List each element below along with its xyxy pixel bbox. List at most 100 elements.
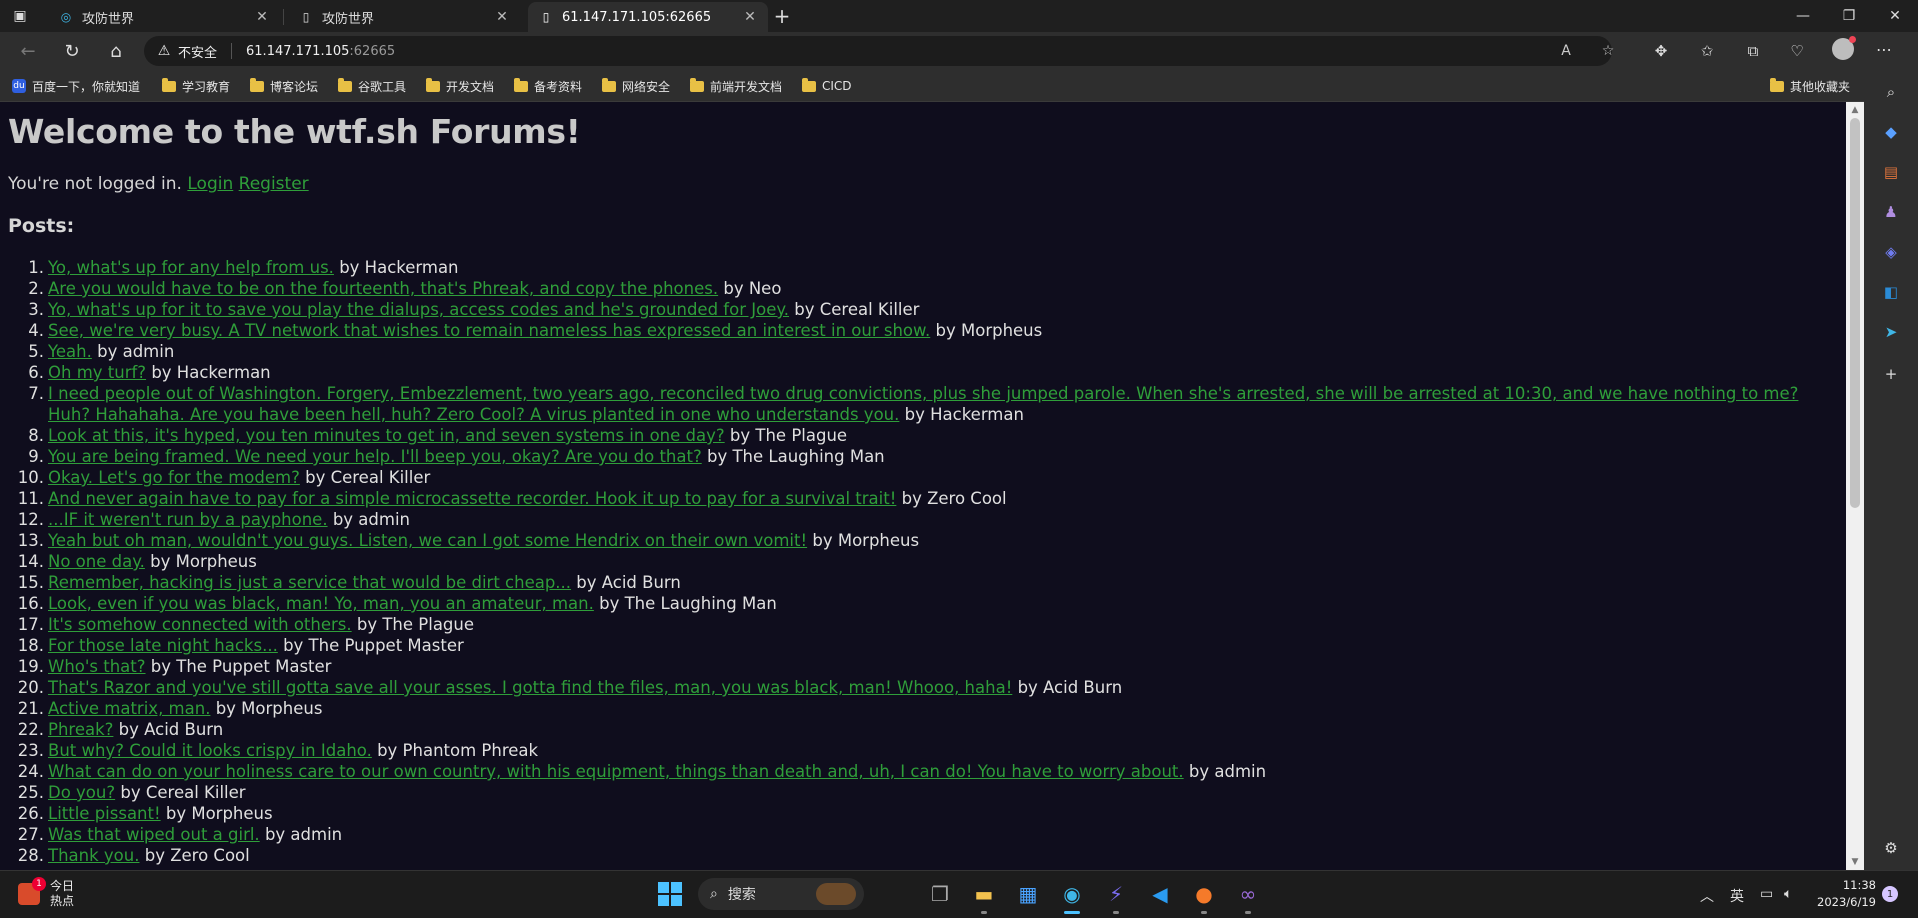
post-item: 8. Look at this, it's hyped, you ten minu…	[8, 425, 1824, 446]
post-link[interactable]: That's Razor and you've still gotta save…	[48, 678, 1012, 697]
post-link[interactable]: Yo, what's up for any help from us.	[48, 258, 334, 277]
refresh-icon[interactable]: ↻	[58, 37, 86, 65]
security-label[interactable]: 不安全	[178, 42, 217, 61]
news-widget[interactable]: 1 今日 热点	[18, 877, 74, 909]
browser-essentials-icon[interactable]: ♡	[1786, 40, 1808, 62]
post-link[interactable]: Okay. Let's go for the modem?	[48, 468, 300, 487]
system-clock[interactable]: 11:38 2023/6/19	[1812, 877, 1876, 911]
tab-2[interactable]: ▯ 攻防世界 ✕	[288, 2, 520, 32]
tab-1[interactable]: ◎ 攻防世界 ✕	[48, 2, 280, 32]
thunder-icon[interactable]: ⚡	[1100, 878, 1132, 910]
minimize-icon[interactable]: —	[1780, 0, 1826, 32]
post-link[interactable]: Thank you.	[48, 846, 139, 865]
post-link[interactable]: Are you would have to be on the fourteen…	[48, 279, 718, 298]
post-link[interactable]: Active matrix, man.	[48, 699, 210, 718]
microsoft365-icon[interactable]: ◈	[1879, 240, 1903, 264]
other-bookmarks[interactable]: 其他收藏夹	[1770, 76, 1850, 96]
post-link[interactable]: For those late night hacks...	[48, 636, 278, 655]
bookmark-folder[interactable]: CICD	[802, 76, 852, 96]
post-link[interactable]: But why? Could it looks crispy in Idaho.	[48, 741, 372, 760]
post-link[interactable]: And never again have to pay for a simple…	[48, 489, 896, 508]
post-link[interactable]: You are being framed. We need your help.…	[48, 447, 702, 466]
vscode-icon[interactable]: ◀	[1144, 878, 1176, 910]
post-number: 11.	[17, 489, 44, 508]
register-link[interactable]: Register	[239, 174, 309, 194]
post-link[interactable]: It's somehow connected with others.	[48, 615, 352, 634]
extensions-icon[interactable]: ✥	[1650, 40, 1672, 62]
network-icon[interactable]: ▭	[1760, 886, 1773, 902]
ime-indicator[interactable]: 英	[1730, 886, 1744, 906]
post-link[interactable]: Look, even if you was black, man! Yo, ma…	[48, 594, 594, 613]
bookmark-folder[interactable]: 备考资料	[514, 76, 582, 96]
tab-3-active[interactable]: ▯ 61.147.171.105:62665 ✕	[528, 2, 768, 32]
back-icon[interactable]: ←	[14, 37, 42, 65]
close-icon[interactable]: ✕	[254, 9, 270, 25]
new-tab-icon[interactable]: +	[770, 4, 794, 28]
post-link[interactable]: Do you?	[48, 783, 115, 802]
visual-studio-icon[interactable]: ∞	[1232, 878, 1264, 910]
drop-icon[interactable]: ➤	[1879, 320, 1903, 344]
close-icon[interactable]: ✕	[494, 9, 510, 25]
window-close-icon[interactable]: ✕	[1872, 0, 1918, 32]
tag-icon[interactable]: ◆	[1879, 120, 1903, 144]
tab-actions-icon[interactable]: ▣	[8, 6, 32, 26]
firefox-icon[interactable]: ●	[1188, 878, 1220, 910]
post-number: 26.	[17, 804, 44, 823]
post-link[interactable]: Little pissant!	[48, 804, 161, 823]
store-icon[interactable]: ▦	[1012, 878, 1044, 910]
post-link[interactable]: ...IF it weren't run by a payphone.	[48, 510, 328, 529]
post-item: 6. Oh my turf? by Hackerman	[8, 362, 1824, 383]
bookmark-folder[interactable]: 谷歌工具	[338, 76, 406, 96]
search-icon[interactable]: ⌕	[1879, 80, 1903, 104]
file-explorer-icon[interactable]: ▬	[968, 878, 1000, 910]
collections-icon[interactable]: ⧉	[1742, 40, 1764, 62]
post-link[interactable]: Look at this, it's hyped, you ten minute…	[48, 426, 725, 445]
post-link[interactable]: Yo, what's up for it to save you play th…	[48, 300, 789, 319]
favorite-star-icon[interactable]: ☆	[1598, 41, 1618, 61]
login-link[interactable]: Login	[187, 174, 233, 194]
profile-avatar[interactable]	[1832, 36, 1856, 60]
bookmark-baidu[interactable]: du 百度一下，你就知道	[12, 76, 140, 96]
favorites-icon[interactable]: ✩	[1696, 40, 1718, 62]
address-bar[interactable]: ⚠ 不安全 61.147.171.105:62665	[144, 36, 1612, 66]
chevron-up-icon[interactable]: ︿	[1700, 886, 1714, 906]
bookmark-folder[interactable]: 前端开发文档	[690, 76, 782, 96]
post-link[interactable]: Who's that?	[48, 657, 146, 676]
post-link[interactable]: Yeah but oh man, wouldn't you guys. List…	[48, 531, 807, 550]
close-icon[interactable]: ✕	[742, 9, 758, 25]
more-menu-icon[interactable]: ⋯	[1876, 40, 1892, 59]
bookmark-folder[interactable]: 开发文档	[426, 76, 494, 96]
post-item: 1. Yo, what's up for any help from us. by…	[8, 257, 1824, 278]
post-link[interactable]: See, we're very busy. A TV network that …	[48, 321, 930, 340]
post-number: 6.	[28, 363, 44, 382]
bookmark-folder[interactable]: 博客论坛	[250, 76, 318, 96]
add-icon[interactable]: +	[1879, 362, 1903, 386]
post-link[interactable]: Remember, hacking is just a service that…	[48, 573, 571, 592]
post-link[interactable]: No one day.	[48, 552, 145, 571]
bookmark-folder[interactable]: 学习教育	[162, 76, 230, 96]
games-icon[interactable]: ♟	[1879, 200, 1903, 224]
post-link[interactable]: Yeah.	[48, 342, 92, 361]
edge-icon[interactable]: ◉	[1056, 878, 1088, 910]
notification-badge[interactable]: 1	[1882, 886, 1898, 902]
gear-icon[interactable]: ⚙	[1879, 836, 1903, 860]
task-view-icon[interactable]: ❐	[924, 878, 956, 910]
post-link[interactable]: Oh my turf?	[48, 363, 146, 382]
post-link[interactable]: Was that wiped out a girl.	[48, 825, 260, 844]
scrollbar-thumb[interactable]	[1850, 118, 1860, 508]
restore-icon[interactable]: ❐	[1826, 0, 1872, 32]
tools-icon[interactable]: ▤	[1879, 160, 1903, 184]
post-link[interactable]: What can do on your holiness care to our…	[48, 762, 1184, 781]
taskbar-search[interactable]: ⌕ 搜索	[698, 878, 864, 910]
scroll-down-icon[interactable]: ▼	[1849, 857, 1861, 867]
folder-icon	[514, 77, 528, 92]
post-link[interactable]: Phreak?	[48, 720, 113, 739]
volume-icon[interactable]: 🔈︎	[1784, 886, 1792, 902]
bookmark-folder[interactable]: 网络安全	[602, 76, 670, 96]
read-aloud-icon[interactable]: A	[1556, 41, 1576, 61]
scroll-up-icon[interactable]: ▲	[1849, 105, 1861, 115]
outlook-icon[interactable]: ◧	[1879, 280, 1903, 304]
start-icon[interactable]	[654, 878, 686, 910]
post-item: 26. Little pissant! by Morpheus	[8, 803, 1824, 824]
home-icon[interactable]: ⌂	[102, 37, 130, 65]
